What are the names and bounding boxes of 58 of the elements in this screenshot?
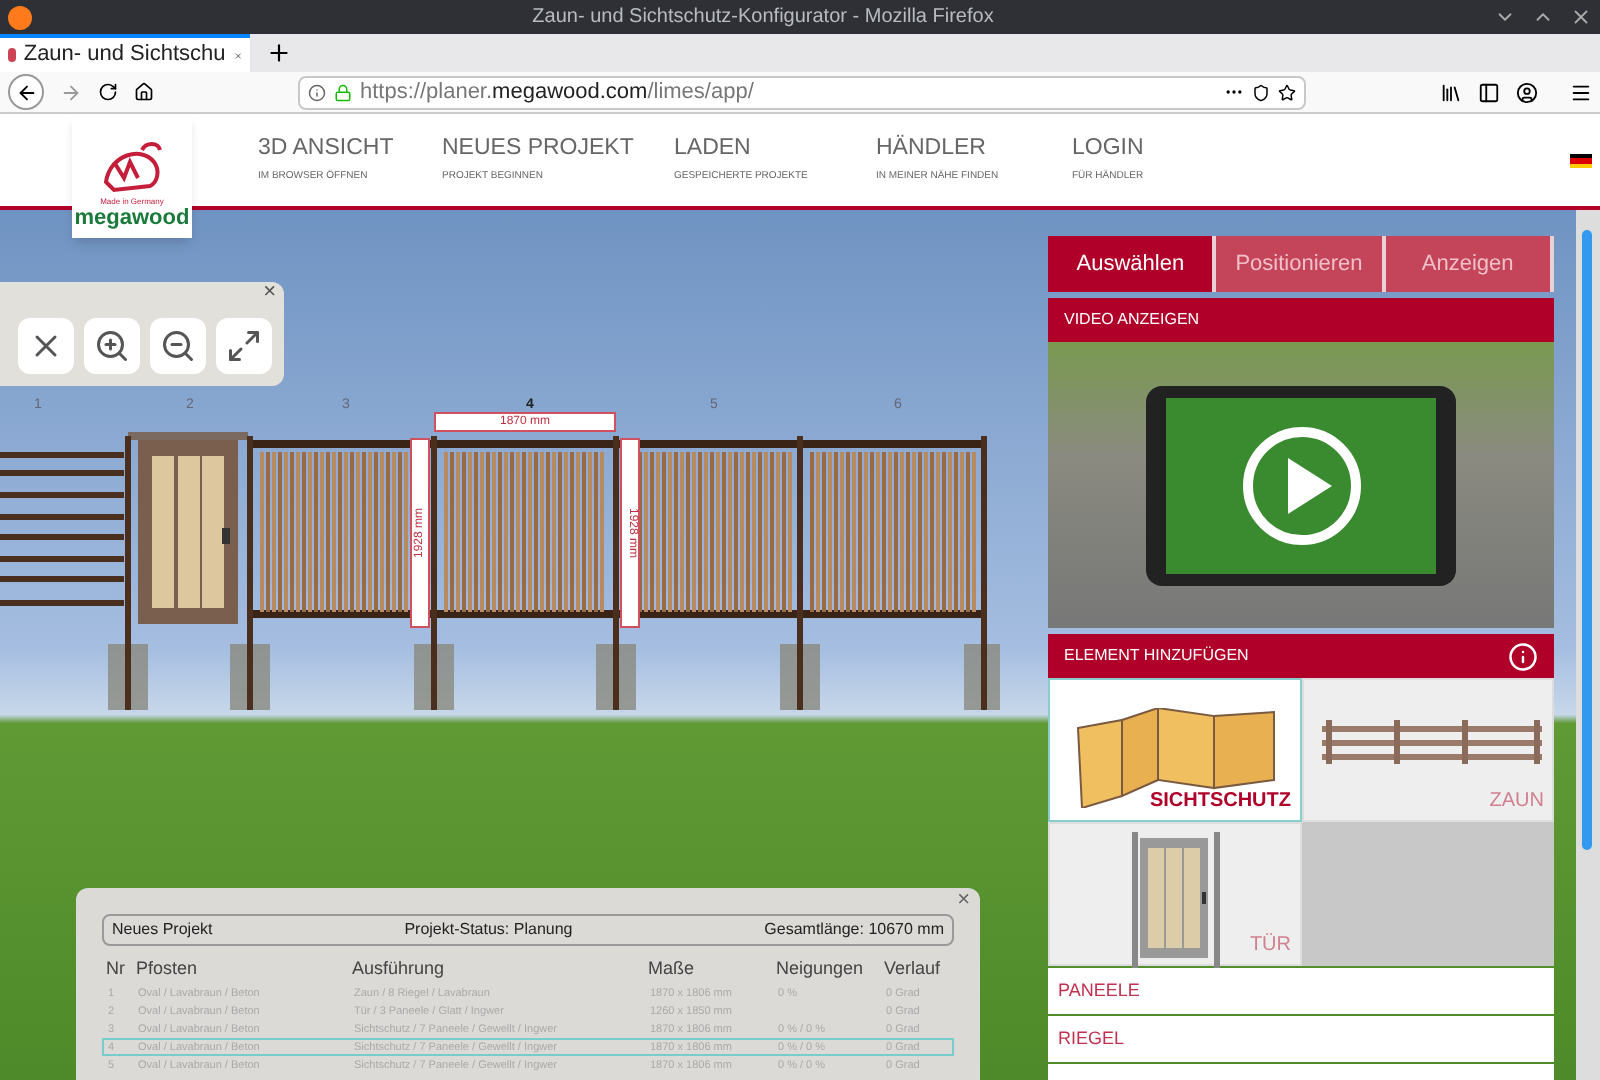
back-button[interactable] (8, 74, 44, 110)
scrollbar[interactable] (1576, 210, 1600, 1080)
lock-icon (334, 83, 352, 101)
zoom-in-button[interactable] (84, 318, 140, 374)
element-tile[interactable]: ZAUN (1301, 678, 1554, 822)
element-header-label: ELEMENT HINZUFÜGEN (1064, 644, 1249, 668)
logo-wordmark: megawood (74, 206, 190, 234)
video-header[interactable]: VIDEO ANZEIGEN (1048, 298, 1554, 342)
sidebar-icon[interactable] (1478, 81, 1500, 103)
close-button[interactable]: × (957, 890, 970, 912)
info-icon[interactable] (1508, 641, 1538, 671)
close-icon[interactable] (1570, 6, 1592, 28)
tab-favicon-icon (8, 48, 16, 62)
browser-logo-icon (8, 5, 32, 29)
column-header: Neigungen (776, 956, 866, 982)
step-tab[interactable]: Positionieren (1216, 236, 1386, 292)
library-icon[interactable] (1440, 81, 1462, 103)
door-icon (1132, 832, 1220, 968)
zoom-in-icon (94, 328, 130, 364)
part-list-item[interactable]: PANEELE (1048, 968, 1554, 1014)
column-header: Nr (106, 956, 127, 982)
url-field[interactable]: https://planer.megawood.com/limes/app/ (298, 75, 1306, 109)
element-tile[interactable]: TÜR (1048, 822, 1301, 966)
element-tile[interactable]: SICHTSCHUTZ (1048, 678, 1301, 822)
play-icon[interactable] (1241, 425, 1361, 545)
fullscreen-button[interactable] (216, 318, 272, 374)
project-name: Neues Projekt (112, 918, 213, 942)
reload-icon[interactable] (98, 82, 118, 102)
pocket-icon[interactable] (1252, 83, 1270, 101)
tab-label: Zaun- und Sichtschu (23, 40, 226, 71)
url-text: https://planer.megawood.com/limes/app/ (360, 77, 754, 108)
video-thumbnail[interactable] (1048, 342, 1554, 628)
forward-icon[interactable] (60, 81, 82, 103)
column-header: Pfosten (136, 956, 200, 982)
menu-icon[interactable] (1570, 81, 1592, 103)
close-button[interactable]: × (263, 282, 276, 304)
step-tab[interactable]: Anzeigen (1385, 236, 1554, 292)
part-list-item[interactable]: RIEGEL (1048, 1016, 1554, 1062)
account-icon[interactable] (1516, 81, 1538, 103)
zoom-out-button[interactable] (150, 318, 206, 374)
home-icon[interactable] (134, 82, 154, 102)
column-header: Maße (648, 956, 697, 982)
back-arrow-icon (15, 81, 37, 103)
info-icon (308, 83, 326, 101)
german-flag-icon[interactable] (1570, 154, 1592, 168)
star-icon[interactable] (1278, 83, 1296, 101)
expand-icon (226, 328, 262, 364)
step-tab[interactable]: Auswählen (1048, 236, 1217, 292)
fence-icon (1321, 720, 1541, 764)
browser-tab[interactable]: Zaun- und Sichtschu (0, 34, 250, 72)
column-header: Verlauf (884, 956, 943, 982)
new-tab-icon[interactable] (266, 40, 292, 66)
total-length: Gesamtlänge: 10670 mm (764, 918, 944, 942)
zoom-out-icon (160, 328, 196, 364)
window-title: Zaun- und Sichtschutz-Konfigurator - Mozilla Firefox (530, 4, 996, 32)
project-status: Projekt-Status: Planung (404, 918, 573, 942)
reset-view-button[interactable] (18, 318, 74, 374)
column-header: Ausführung (352, 956, 447, 982)
